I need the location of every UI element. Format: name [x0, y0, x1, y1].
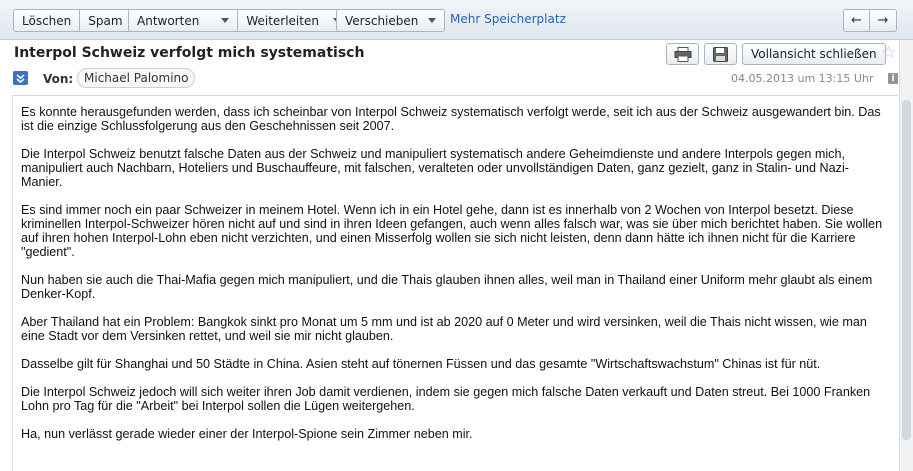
body-paragraph: Es konnte herausgefunden werden, dass ic… [21, 105, 881, 133]
body-paragraph: Die Interpol Schweiz benutzt falsche Dat… [21, 147, 849, 189]
chevron-double-down-icon[interactable] [13, 71, 28, 85]
next-message-button[interactable]: → [870, 9, 897, 32]
body-paragraph: Es sind immer noch ein paar Schweizer in… [21, 203, 883, 259]
vertical-scrollbar[interactable] [899, 40, 913, 471]
more-storage-link[interactable]: Mehr Speicherplatz [450, 12, 566, 26]
previous-message-button[interactable]: ← [843, 9, 870, 32]
from-label: Von: [43, 72, 74, 86]
info-icon[interactable]: i [888, 73, 898, 84]
save-button[interactable] [704, 43, 737, 65]
body-paragraph: Nun haben sie auch die Thai-Mafia gegen … [21, 273, 873, 301]
reply-forward-group: Antworten Weiterleiten [128, 9, 350, 32]
body-paragraph: Aber Thailand hat ein Problem: Bangkok s… [21, 315, 867, 343]
message-toolbar: Löschen Spam Antworten Weiterleiten Vers… [0, 0, 913, 40]
floppy-disk-icon [713, 46, 728, 62]
message-body-text: Es konnte herausgefunden werden, dass ic… [13, 96, 898, 441]
delete-spam-group: Löschen Spam [13, 9, 132, 32]
body-paragraph: Dasselbe gilt für Shanghai und 50 Städte… [21, 357, 821, 371]
move-button[interactable]: Verschieben [336, 9, 446, 32]
move-group: Verschieben [336, 9, 446, 32]
reply-button[interactable]: Antworten [128, 9, 239, 32]
body-paragraph: Ha, nun verlässt gerade wieder einer der… [21, 427, 473, 441]
close-full-view-button[interactable]: Vollansicht schließen [742, 43, 886, 65]
reply-button-label: Antworten [137, 13, 200, 28]
forward-button-label: Weiterleiten [246, 13, 319, 28]
message-date: 04.05.2013 um 13:15 Uhr [731, 72, 874, 85]
forward-button[interactable]: Weiterleiten [238, 9, 350, 32]
chevron-down-icon [428, 18, 437, 23]
sender-chip[interactable]: Michael Palomino [77, 68, 196, 88]
navigation-group: ← → [843, 9, 897, 32]
print-icon [674, 46, 691, 62]
spam-button[interactable]: Spam [80, 9, 132, 32]
star-icon[interactable]: ☆ [881, 44, 896, 62]
message-subject: Interpol Schweiz verfolgt mich systemati… [14, 45, 365, 61]
chevron-down-icon [221, 18, 230, 23]
delete-button[interactable]: Löschen [13, 9, 81, 32]
scrollbar-thumb[interactable] [902, 100, 911, 440]
body-paragraph: Die Interpol Schweiz jedoch will sich we… [21, 385, 871, 413]
print-button[interactable] [666, 43, 699, 65]
move-button-label: Verschieben [345, 13, 419, 28]
message-body: Es konnte herausgefunden werden, dass ic… [12, 95, 898, 471]
